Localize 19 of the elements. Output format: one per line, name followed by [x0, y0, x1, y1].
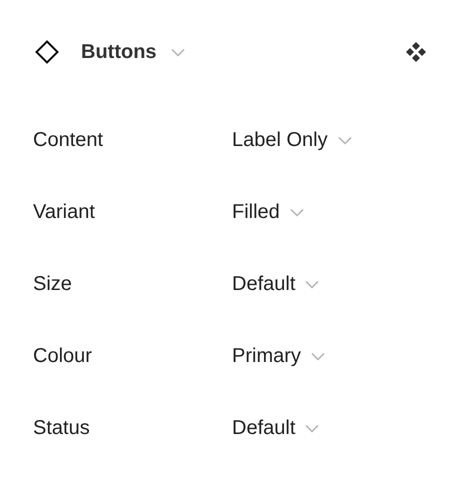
property-label: Variant: [33, 200, 96, 225]
property-label: Status: [33, 416, 91, 441]
chevron-down-icon: [170, 48, 185, 56]
property-label: Size: [33, 272, 73, 297]
property-dropdown[interactable]: Label Only: [232, 125, 352, 155]
property-dropdown[interactable]: Default: [232, 269, 320, 299]
diamond-icon: [35, 40, 59, 64]
property-dropdown[interactable]: Primary: [232, 341, 325, 371]
component-name-dropdown[interactable]: Buttons: [81, 37, 185, 67]
component-icon[interactable]: [404, 40, 428, 64]
chevron-down-icon: [290, 208, 304, 216]
chevron-down-icon: [310, 352, 325, 360]
property-label: Content: [33, 128, 104, 153]
chevron-down-icon: [338, 136, 352, 144]
chevron-down-icon: [305, 280, 320, 288]
property-dropdown[interactable]: Filled: [232, 197, 304, 227]
property-dropdown[interactable]: Default: [232, 413, 320, 443]
property-label: Colour: [33, 344, 93, 369]
chevron-down-icon: [305, 424, 320, 432]
